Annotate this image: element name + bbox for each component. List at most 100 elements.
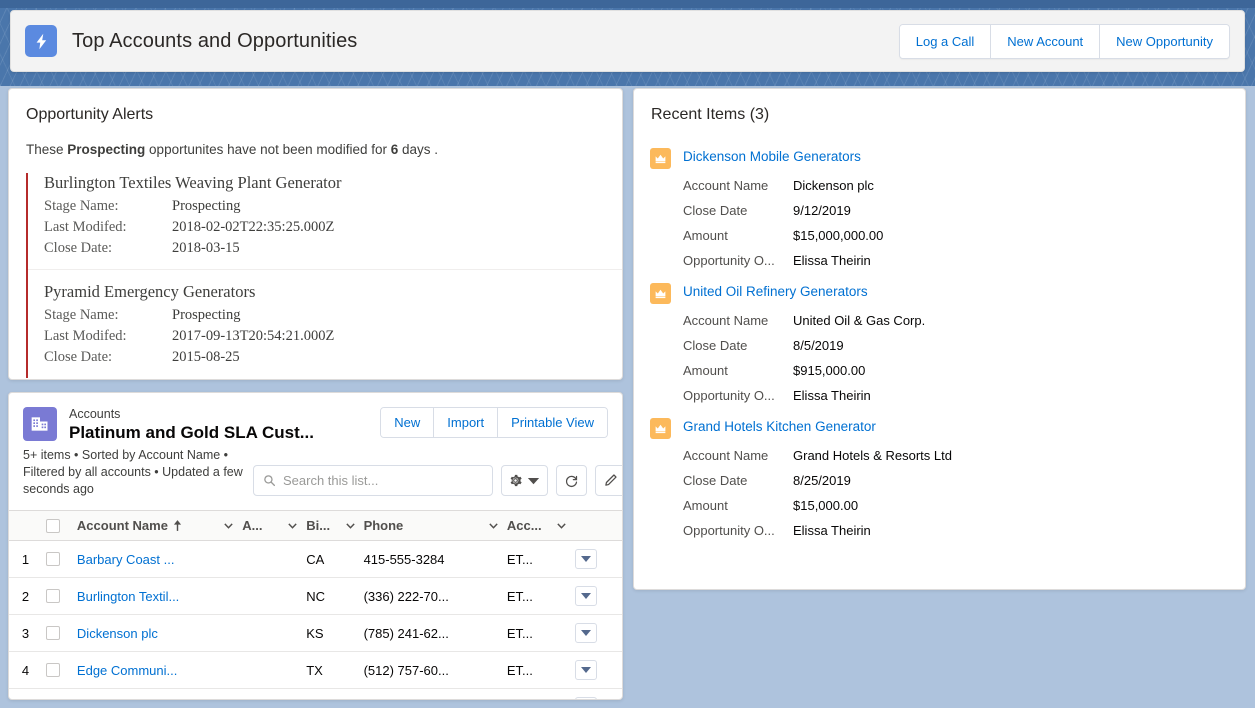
row-account-name: Edge Communi... xyxy=(72,651,239,689)
account-name-link[interactable]: Dickenson plc xyxy=(77,626,158,641)
table-row[interactable]: 5 Express Logistic... OR (503) 421-78...… xyxy=(9,688,622,701)
row-select-cell[interactable] xyxy=(42,614,73,652)
row-actions-button[interactable] xyxy=(575,660,598,680)
alert-field-stage: Stage Name: Prospecting xyxy=(44,196,622,217)
chevron-down-icon xyxy=(557,523,566,529)
alert-stage-label: Stage Name: xyxy=(44,307,119,323)
row-checkbox[interactable] xyxy=(46,663,61,677)
row-actions-button[interactable] xyxy=(575,697,598,699)
printable-view-button[interactable]: Printable View xyxy=(497,408,607,437)
alert-stage-value: Prospecting xyxy=(172,307,241,323)
table-row[interactable]: 3 Dickenson plc KS (785) 241-62... ET... xyxy=(9,614,622,652)
recent-field-label: Amount xyxy=(683,228,728,243)
recent-field-value: 8/25/2019 xyxy=(793,473,851,488)
recent-item-link[interactable]: Grand Hotels Kitchen Generator xyxy=(683,417,952,437)
row-number: 1 xyxy=(9,540,43,578)
row-select-cell[interactable] xyxy=(42,540,73,578)
recent-item-link[interactable]: United Oil Refinery Generators xyxy=(683,282,925,302)
alert-field-stage: Stage Name: Prospecting xyxy=(44,305,622,326)
recent-field-value: $15,000,000.00 xyxy=(793,228,884,243)
recent-field-value: $915,000.00 xyxy=(793,363,866,378)
row-a xyxy=(238,540,303,578)
recent-field-value: Elissa Theirin xyxy=(793,253,871,268)
recent-field-value: United Oil & Gas Corp. xyxy=(793,313,926,328)
row-bi: KS xyxy=(302,614,360,652)
recent-field-value: $15,000.00 xyxy=(793,498,859,513)
accounts-list-meta: 5+ items • Sorted by Account Name • Filt… xyxy=(23,448,243,496)
account-name-link[interactable]: Express Logistic... xyxy=(77,700,183,701)
col-a-label: A... xyxy=(242,518,263,533)
col-a[interactable]: A... xyxy=(238,510,303,541)
building-icon xyxy=(23,407,57,441)
accounts-action-group: New Import Printable View xyxy=(380,407,608,438)
col-phone[interactable]: Phone xyxy=(359,510,503,541)
alert-opportunity-name: Pyramid Emergency Generators xyxy=(44,282,256,301)
row-account-name: Burlington Textil... xyxy=(72,577,239,615)
chevron-down-icon xyxy=(489,523,498,529)
accounts-object-label: Accounts xyxy=(69,407,121,421)
import-button[interactable]: Import xyxy=(433,408,498,437)
accounts-list-view-name[interactable]: Platinum and Gold SLA Cust... xyxy=(69,422,314,443)
row-actions-button[interactable] xyxy=(575,549,598,569)
log-a-call-button[interactable]: Log a Call xyxy=(899,24,991,58)
row-actions-button[interactable] xyxy=(575,586,598,606)
list-settings-button[interactable] xyxy=(501,465,548,496)
col-account-name-label: Account Name xyxy=(76,518,168,533)
row-select-cell[interactable] xyxy=(42,577,73,615)
opportunity-alerts-title: Opportunity Alerts xyxy=(26,106,154,123)
new-opportunity-button[interactable]: New Opportunity xyxy=(1099,24,1229,58)
recent-field: Opportunity O... Elissa Theirin xyxy=(683,518,952,543)
account-name-link[interactable]: Edge Communi... xyxy=(77,663,177,678)
account-name-link[interactable]: Barbary Coast ... xyxy=(77,552,175,567)
search-list-box[interactable] xyxy=(253,465,493,496)
row-select-cell[interactable] xyxy=(42,651,73,689)
col-acc[interactable]: Acc... xyxy=(502,510,572,541)
row-checkbox[interactable] xyxy=(46,589,61,603)
crown-icon xyxy=(650,283,671,304)
table-row[interactable]: 2 Burlington Textil... NC (336) 222-70..… xyxy=(9,577,622,615)
alert-field-modified: Last Modifed: 2017-09-13T20:54:21.000Z xyxy=(44,326,622,347)
recent-field-label: Opportunity O... xyxy=(683,523,775,538)
row-number: 3 xyxy=(9,614,43,652)
gear-icon xyxy=(510,474,522,487)
row-select-cell[interactable] xyxy=(42,688,73,699)
accounts-table-body: 1 Barbary Coast ... CA 415-555-3284 ET..… xyxy=(9,540,622,701)
table-row[interactable]: 4 Edge Communi... TX (512) 757-60... ET.… xyxy=(9,651,622,689)
recent-field-value: Grand Hotels & Resorts Ltd xyxy=(793,448,952,463)
refresh-list-button[interactable] xyxy=(556,465,587,496)
lede-pre: These xyxy=(26,142,68,157)
recent-field-value: 8/5/2019 xyxy=(793,338,844,353)
row-checkbox[interactable] xyxy=(46,552,61,566)
table-header-row: Account Name A... Bi... Phone Acc... xyxy=(9,510,622,541)
row-checkbox[interactable] xyxy=(46,626,61,640)
row-a xyxy=(238,614,303,652)
row-phone: (503) 421-78... xyxy=(359,688,503,699)
recent-field-label: Amount xyxy=(683,498,728,513)
lede-stage: Prospecting xyxy=(67,142,146,157)
new-account-button[interactable]: New Account xyxy=(990,24,1100,58)
search-input[interactable] xyxy=(283,473,483,488)
recent-item-body: Dickenson Mobile Generators Account Name… xyxy=(683,147,883,273)
col-bi[interactable]: Bi... xyxy=(302,510,360,541)
alert-field-modified: Last Modifed: 2018-02-02T22:35:25.000Z xyxy=(44,217,622,238)
alert-field-close: Close Date: 2015-08-25 xyxy=(44,347,622,368)
col-account-name[interactable]: Account Name xyxy=(72,510,239,541)
col-select-all[interactable] xyxy=(42,510,73,541)
recent-items-title: Recent Items (3) xyxy=(651,106,770,123)
col-row-actions xyxy=(571,510,622,541)
recent-field: Opportunity O... Elissa Theirin xyxy=(683,383,925,408)
row-phone: 415-555-3284 xyxy=(359,540,503,578)
new-button[interactable]: New xyxy=(381,408,434,437)
table-row[interactable]: 1 Barbary Coast ... CA 415-555-3284 ET..… xyxy=(9,540,622,578)
recent-item-link[interactable]: Dickenson Mobile Generators xyxy=(683,147,883,167)
row-acc: ET... xyxy=(502,577,572,615)
page-title: Top Accounts and Opportunities xyxy=(72,29,358,52)
row-a xyxy=(238,688,303,699)
recent-field: Account Name Dickenson plc xyxy=(683,173,883,198)
edit-list-button[interactable] xyxy=(595,465,622,496)
select-all-checkbox[interactable] xyxy=(46,518,61,533)
row-bi: NC xyxy=(302,577,360,615)
account-name-link[interactable]: Burlington Textil... xyxy=(77,589,179,604)
row-actions-button[interactable] xyxy=(575,623,598,643)
recent-field: Close Date 9/12/2019 xyxy=(683,198,883,223)
